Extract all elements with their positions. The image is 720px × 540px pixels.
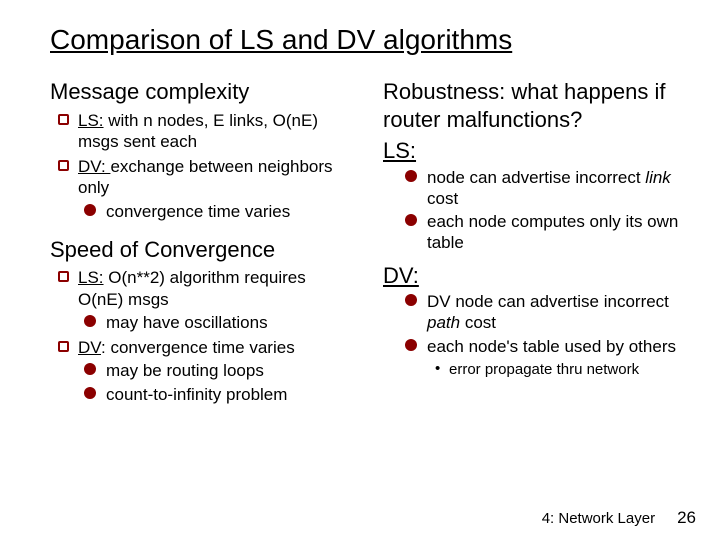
ls-block: node can advertise incorrect link cost e… <box>383 167 684 254</box>
ls-msg-text: with n nodes, E links, O(nE) msgs sent e… <box>78 111 318 151</box>
page-number: 26 <box>677 508 696 528</box>
ls-linkcost-a: node can advertise incorrect <box>427 168 645 187</box>
robustness-prefix: Robustness: <box>383 79 505 104</box>
dv-tableused-text: each node's table used by others <box>427 337 676 356</box>
slide-title: Comparison of LS and DV algorithms <box>50 24 684 56</box>
left-column: Message complexity LS: with n nodes, E l… <box>50 78 351 409</box>
dv-msg-text: exchange between neighbors only <box>78 157 333 197</box>
item-ls-owntable: each node computes only its own table <box>405 211 684 254</box>
ls-linkcost-c: cost <box>427 189 458 208</box>
item-dv-pathcost: DV node can advertise incorrect path cos… <box>405 291 684 334</box>
ls-prefix: LS: <box>78 111 104 130</box>
dv-pathcost-a: DV node can advertise incorrect <box>427 292 669 311</box>
dv-block: DV node can advertise incorrect path cos… <box>383 291 684 380</box>
ls-heading: LS: <box>383 137 684 165</box>
list-msg-complexity: LS: with n nodes, E links, O(nE) msgs se… <box>50 110 351 222</box>
item-ls-linkcost: node can advertise incorrect link cost <box>405 167 684 210</box>
ls-linkcost-em: link <box>645 168 671 187</box>
list-robust-dv: DV node can advertise incorrect path cos… <box>403 291 684 380</box>
right-column: Robustness: what happens if router malfu… <box>383 78 684 409</box>
list-speed: LS: O(n**2) algorithm requires O(nE) msg… <box>50 267 351 405</box>
item-dv-count-infinity: count-to-infinity problem <box>84 384 351 405</box>
item-dv-loops: may be routing loops <box>84 360 351 381</box>
sublist-dv-error: error propagate thru network <box>429 361 684 380</box>
item-dv-speed: DV: convergence time varies may be routi… <box>58 337 351 405</box>
footer-section: 4: Network Layer <box>542 510 655 527</box>
dv-pathcost-c: cost <box>460 313 496 332</box>
dv-speed-prefix: DV <box>78 338 101 357</box>
sublist-ls-speed: may have oscillations <box>82 312 351 333</box>
footer: 4: Network Layer 26 <box>542 508 696 528</box>
heading-message-complexity: Message complexity <box>50 78 351 106</box>
sublist-dv-speed: may be routing loops count-to-infinity p… <box>82 360 351 405</box>
item-error-propagate: error propagate thru network <box>435 361 684 380</box>
columns: Message complexity LS: with n nodes, E l… <box>50 78 684 409</box>
heading-robustness: Robustness: what happens if router malfu… <box>383 78 684 133</box>
item-ls-speed: LS: O(n**2) algorithm requires O(nE) msg… <box>58 267 351 333</box>
dv-speed-text: : convergence time varies <box>101 338 295 357</box>
dv-heading: DV: <box>383 262 684 290</box>
item-dv-tableused: each node's table used by others error p… <box>405 336 684 380</box>
item-ls-msg: LS: with n nodes, E links, O(nE) msgs se… <box>58 110 351 153</box>
sublist-dv-msg: convergence time varies <box>82 201 351 222</box>
dv-prefix: DV: <box>78 157 110 176</box>
item-dv-convergence: convergence time varies <box>84 201 351 222</box>
list-robust-ls: node can advertise incorrect link cost e… <box>403 167 684 254</box>
item-ls-oscillations: may have oscillations <box>84 312 351 333</box>
ls-speed-prefix: LS: <box>78 268 104 287</box>
slide: Comparison of LS and DV algorithms Messa… <box>0 0 720 540</box>
ls-speed-text: O(n**2) algorithm requires O(nE) msgs <box>78 268 306 308</box>
dv-pathcost-em: path <box>427 313 460 332</box>
heading-speed: Speed of Convergence <box>50 236 351 264</box>
item-dv-msg: DV: exchange between neighbors only conv… <box>58 156 351 222</box>
